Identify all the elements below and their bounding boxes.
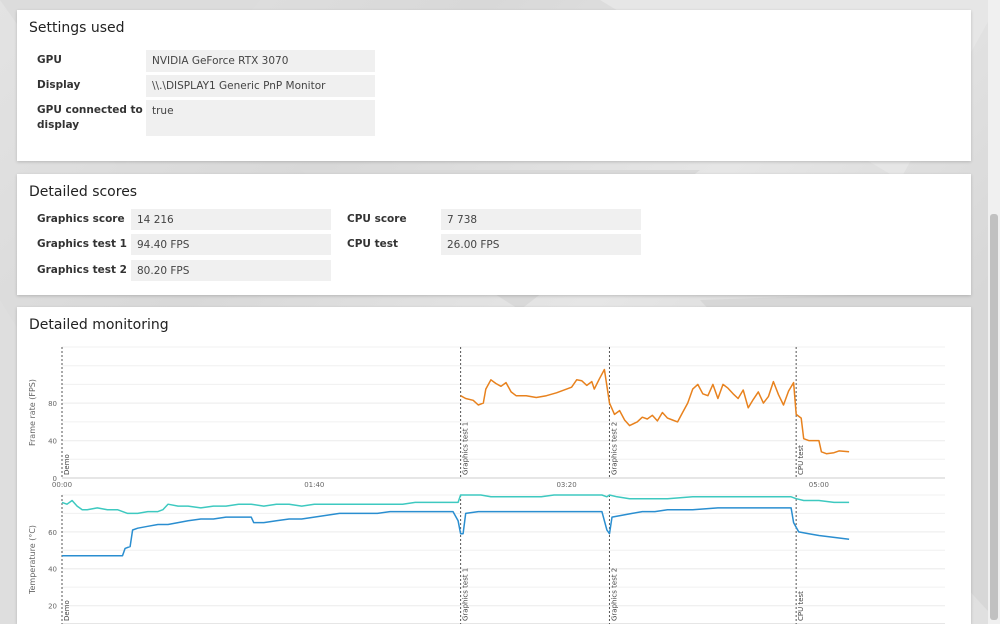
page-scrollbar[interactable] xyxy=(988,0,1000,624)
gpu-connected-label-line1: GPU connected to xyxy=(37,104,143,116)
test-marker-label: CPU test xyxy=(797,445,805,475)
graphics-test2-value: 80.20 FPS xyxy=(131,260,331,281)
y-tick-label: 60 xyxy=(48,529,57,537)
y-tick-label: 40 xyxy=(48,566,57,574)
test-marker-label: Demo xyxy=(63,454,71,475)
x-tick-label: 05:00 xyxy=(809,481,829,489)
y-axis-label: Temperature (°C) xyxy=(28,525,37,595)
graphics-test1-value: 94.40 FPS xyxy=(131,234,331,255)
monitoring-panel: Detailed monitoring 0 40 80 Frame rate (FPS… xyxy=(17,307,971,624)
graphics-test2-label: Graphics test 2 xyxy=(37,264,127,276)
scores-panel: Detailed scores Graphics score 14 216 Gr… xyxy=(17,174,971,295)
gpu-connected-value: true xyxy=(146,100,375,136)
cpu-score-value: 7 738 xyxy=(441,209,641,230)
graphics-test1-label: Graphics test 1 xyxy=(37,238,127,250)
test-marker-label: Graphics test 2 xyxy=(610,422,618,475)
test-marker-label: Graphics test 1 xyxy=(462,568,470,621)
display-value: \\.\DISPLAY1 Generic PnP Monitor xyxy=(146,75,375,97)
cpu-test-value: 26.00 FPS xyxy=(441,234,641,255)
y-tick-label: 20 xyxy=(48,603,57,611)
y-tick-label: 40 xyxy=(48,438,57,446)
scores-title: Detailed scores xyxy=(29,184,138,200)
gpu-label: GPU xyxy=(37,54,62,66)
test-marker-label: CPU test xyxy=(797,591,805,621)
x-tick-label: 00:00 xyxy=(52,481,72,489)
monitoring-charts: 04080Frame rate (FPS)Demo Graphics test 1… xyxy=(28,346,945,624)
display-label: Display xyxy=(37,79,81,91)
x-tick-label: 03:20 xyxy=(556,481,576,489)
gpu-connected-label: GPU connected to display xyxy=(37,103,143,133)
test-marker-label: Graphics test 2 xyxy=(610,568,618,621)
x-tick-label: 01:40 xyxy=(304,481,324,489)
cpu-score-label: CPU score xyxy=(347,213,407,225)
test-marker-label: Demo xyxy=(63,600,71,621)
y-tick-label: 80 xyxy=(48,400,57,408)
y-axis-label: Frame rate (FPS) xyxy=(28,379,37,446)
test-marker-label: Graphics test 1 xyxy=(462,422,470,475)
series-line xyxy=(61,494,850,515)
graphics-score-value: 14 216 xyxy=(131,209,331,230)
graphics-score-label: Graphics score xyxy=(37,213,125,225)
scrollbar-thumb[interactable] xyxy=(990,214,998,620)
settings-title: Settings used xyxy=(29,20,125,36)
cpu-test-label: CPU test xyxy=(347,238,398,250)
gpu-connected-label-line2: display xyxy=(37,119,80,131)
settings-panel: Settings used GPU NVIDIA GeForce RTX 307… xyxy=(17,10,971,161)
gpu-value: NVIDIA GeForce RTX 3070 xyxy=(146,50,375,72)
